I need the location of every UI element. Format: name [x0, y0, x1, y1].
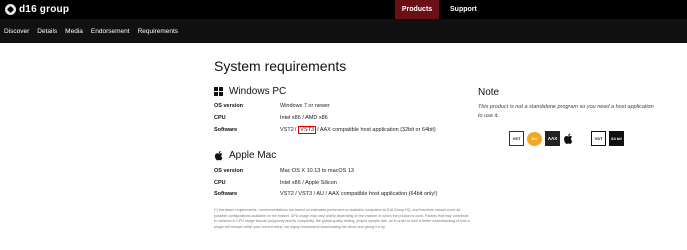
spec-label: CPU [214, 180, 226, 186]
mac-software-row: Software VST2 / VST3 / AU / AAX compatib… [214, 190, 437, 198]
top-nav: Products Support [395, 0, 488, 19]
spec-value: Intel x86 / Apple Silicon [280, 180, 337, 186]
logo-icon [5, 4, 16, 15]
au-icon: AU [527, 131, 542, 146]
subnav-endorsement[interactable]: Endorsement [91, 28, 130, 35]
windows-os-row: OS version Windows 7 or newer [214, 102, 330, 110]
mac-heading: Apple Mac [229, 150, 277, 161]
subnav-media[interactable]: Media [65, 28, 83, 35]
format-icons: VST AU AAX VST 64 bit [509, 131, 627, 146]
product-subnav: Discover Details Media Endorsement Requi… [0, 19, 687, 43]
spec-label: OS version [214, 168, 244, 174]
subnav-requirements[interactable]: Requirements [138, 28, 178, 35]
spec-label: Software [214, 191, 238, 197]
brand-logo[interactable]: d16 group [5, 3, 69, 16]
spec-value: Intel x86 / AMD x86 [280, 115, 328, 121]
vst-icon: VST [509, 131, 524, 146]
vst3-icon: VST [591, 131, 606, 146]
apple-icon [214, 150, 223, 161]
windows-section-heading: Windows PC [214, 86, 286, 97]
note-title: Note [478, 87, 500, 98]
mac-os-row: OS version Mac OS X 10.13 to macOS 13 [214, 167, 354, 175]
mac-section-heading: Apple Mac [214, 150, 276, 161]
topnav-support[interactable]: Support [439, 0, 488, 19]
software-rest: / AAX compatible host application (32bit… [317, 127, 436, 133]
note-text: This product is not a standalone program… [478, 104, 654, 119]
vst2-text: VST2 [280, 127, 294, 133]
spec-value: Mac OS X 10.13 to macOS 13 [280, 168, 354, 174]
subnav-discover[interactable]: Discover [4, 28, 29, 35]
separator: / [294, 127, 297, 133]
spec-label: CPU [214, 115, 226, 121]
vst3-highlight: VST3 [298, 126, 317, 134]
spec-value: Windows 7 or newer [280, 103, 330, 109]
windows-software-row: Software VST2/VST3/ AAX compatible host … [214, 126, 436, 134]
top-bar: d16 group Products Support [0, 0, 687, 19]
aax-icon: AAX [545, 131, 560, 146]
spec-value: VST2/VST3/ AAX compatible host applicati… [280, 126, 436, 134]
page-title: System requirements [214, 58, 347, 74]
windows-icon [214, 86, 224, 97]
apple-icon [564, 133, 573, 144]
windows-icon [577, 133, 588, 144]
subnav-details[interactable]: Details [37, 28, 57, 35]
spec-label: OS version [214, 103, 244, 109]
windows-heading: Windows PC [229, 86, 287, 97]
windows-cpu-row: CPU Intel x86 / AMD x86 [214, 114, 328, 122]
spec-value: VST2 / VST3 / AU / AAX compatible host a… [280, 191, 438, 197]
spec-label: Software [214, 127, 238, 133]
topnav-products[interactable]: Products [395, 0, 439, 19]
mac-cpu-row: CPU Intel x86 / Apple Silicon [214, 179, 337, 187]
brand-name: d16 group [19, 4, 70, 15]
bit-icon: 64 bit [609, 131, 624, 146]
hardware-footnote: (*) Hardware requirements / recommendati… [214, 208, 470, 229]
